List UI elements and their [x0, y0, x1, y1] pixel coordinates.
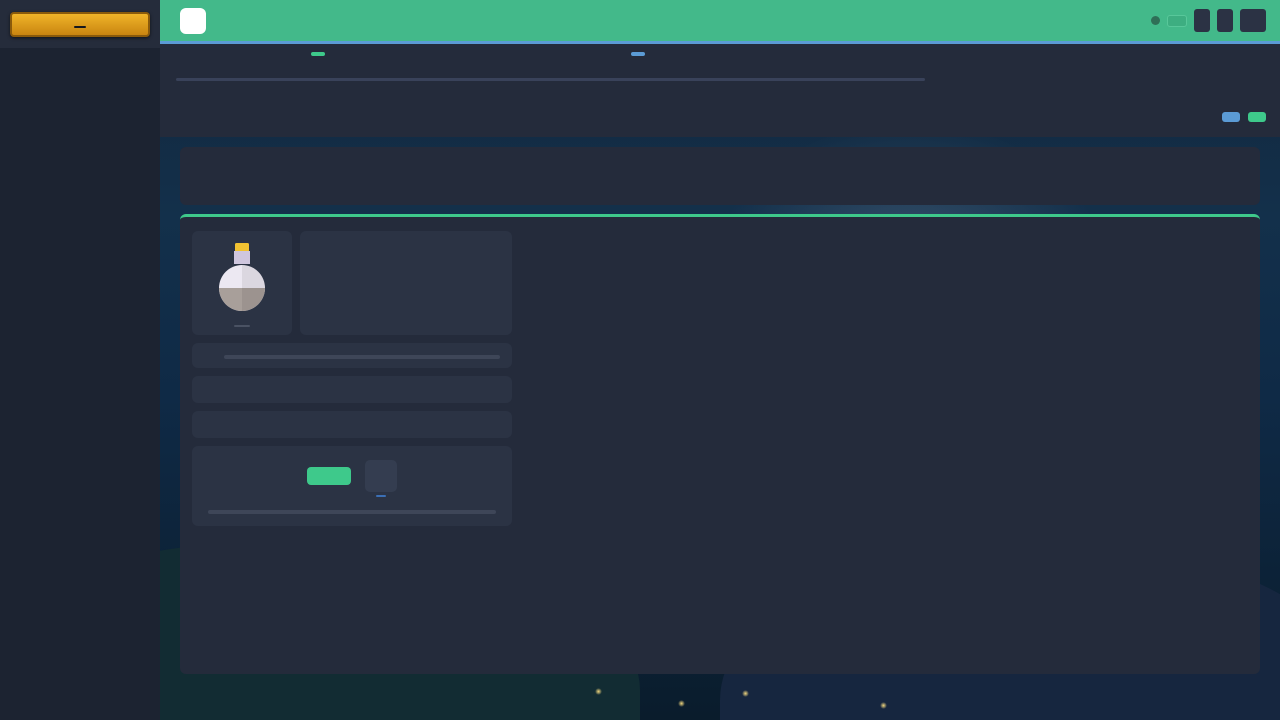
- skill-xp-value: [631, 52, 645, 56]
- interval-value: [376, 495, 386, 497]
- produces-section: [192, 419, 352, 426]
- herblore-main-panel: [180, 214, 1260, 674]
- recipe-details: [300, 231, 512, 335]
- skill-level-stat: [305, 52, 325, 56]
- skill-level-value: [311, 52, 325, 56]
- potions-button[interactable]: [1194, 9, 1210, 32]
- items-button[interactable]: [1217, 9, 1233, 32]
- skill-stats-bar: [160, 41, 1280, 97]
- you-have-section: [352, 384, 512, 391]
- requires-section: [192, 384, 352, 391]
- mastery-pool-bar: [160, 97, 1280, 137]
- expansion-banner[interactable]: [0, 0, 160, 48]
- firefly: [595, 688, 602, 695]
- firefly: [678, 700, 685, 707]
- help-icon[interactable]: [1151, 16, 1160, 25]
- skill-xp-progress-track: [176, 78, 925, 81]
- recipe-header-row: [192, 231, 512, 335]
- page-header: [160, 0, 1280, 41]
- grants-section: [352, 419, 512, 426]
- header-actions: [1148, 9, 1266, 32]
- requires-have-panel: [192, 376, 512, 403]
- recipe-column: [192, 231, 512, 664]
- create-progress-bar: [208, 510, 496, 514]
- herb-icon: [180, 8, 206, 34]
- mastery-actions: [1222, 112, 1266, 122]
- cloud-save-status: [1148, 16, 1160, 25]
- owned-count: [234, 325, 250, 327]
- recipe-mastery-progress: [224, 352, 500, 359]
- spend-mastery-pool-button[interactable]: [1248, 112, 1266, 122]
- header-titles: [216, 20, 219, 21]
- produces-grants-panel: [192, 411, 512, 438]
- account-menu[interactable]: [1240, 9, 1266, 32]
- view-checkpoints-button[interactable]: [1222, 112, 1240, 122]
- interval-display: [365, 460, 397, 492]
- recipe-description: [310, 245, 502, 258]
- skill-xp-stat: [625, 52, 645, 56]
- firefly: [742, 690, 749, 697]
- banner-tag: [74, 26, 86, 28]
- sidebar: [0, 0, 160, 720]
- expansion-banner-plate: [10, 12, 150, 37]
- create-button[interactable]: [307, 467, 351, 485]
- firefly: [880, 702, 887, 709]
- recipe-mastery-bar: [224, 355, 500, 359]
- force-save-button[interactable]: [1167, 15, 1187, 27]
- selected-potion-preview[interactable]: [192, 231, 292, 335]
- cloud-save-label-row: [1148, 16, 1160, 25]
- recipe-mastery-panel: [192, 343, 512, 368]
- potion-columns: [528, 231, 1248, 664]
- potion-category-tabs: [180, 147, 1260, 205]
- potion-bottle-icon: [214, 241, 270, 313]
- create-action-panel: [192, 446, 512, 526]
- main-content: [160, 41, 1280, 660]
